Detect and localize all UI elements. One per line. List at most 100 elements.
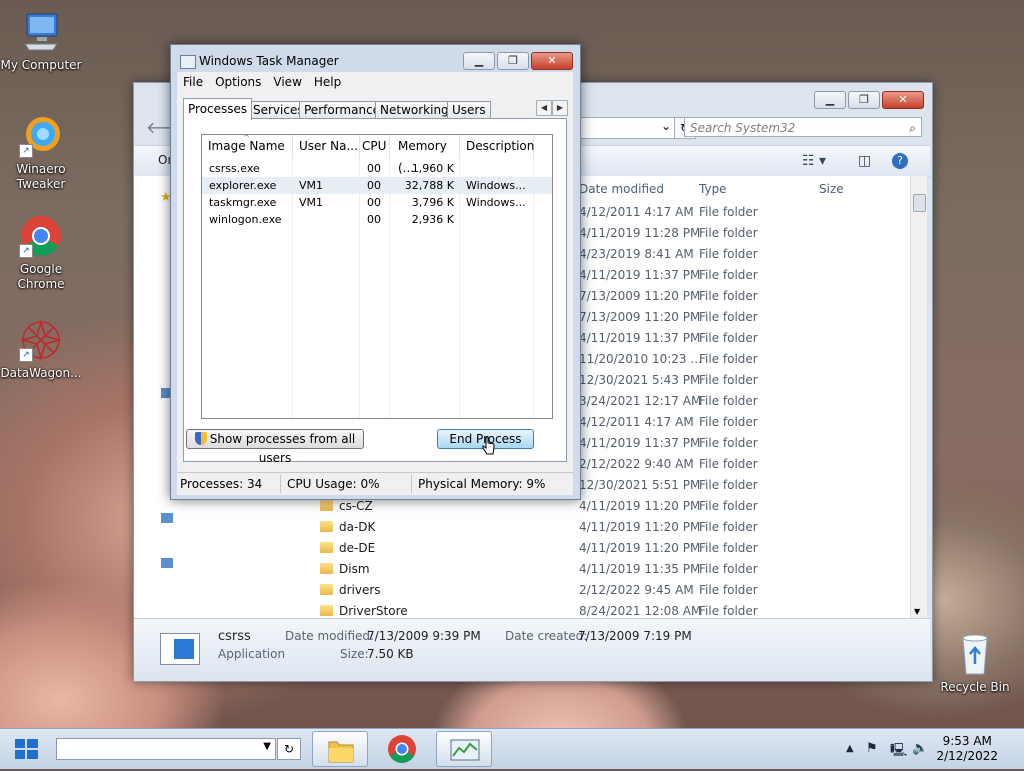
search-input[interactable]: Search System32 ⌕ — [684, 117, 922, 137]
file-type: File folder — [699, 520, 758, 534]
datawagon-icon: ↗ — [19, 318, 63, 362]
scroll-down-arrow-icon[interactable]: ▼ — [914, 607, 920, 616]
process-row[interactable]: winlogon.exe 00 2,936 K — [202, 211, 552, 228]
window-title: Windows Task Manager — [199, 54, 339, 68]
vertical-scrollbar[interactable]: ▼ — [910, 176, 927, 618]
volume-icon[interactable]: 🔈 — [912, 741, 928, 756]
folder-icon — [320, 542, 333, 553]
maximize-button[interactable]: ❐ — [848, 91, 880, 109]
show-hidden-icons-icon[interactable]: ▲ — [846, 743, 854, 754]
sort-arrow-icon: ^ — [243, 134, 250, 142]
desktop-icon-label: Google Chrome — [17, 262, 65, 291]
column-image-name[interactable]: Image Name ^ — [202, 135, 293, 157]
chevron-down-icon[interactable]: ⌄ — [661, 119, 671, 133]
address-bar[interactable]: ⌄ — [574, 117, 676, 139]
desktop-icon-label: DataWagon... — [0, 366, 82, 380]
desktop-icon-chrome[interactable]: ↗ Google Chrome — [0, 214, 82, 292]
close-button[interactable]: ✕ — [882, 91, 924, 109]
process-image: taskmgr.exe — [209, 196, 277, 209]
process-row[interactable]: csrss.exe 00 1,960 K — [202, 160, 552, 177]
windows-logo-icon — [15, 739, 38, 759]
application-icon — [160, 633, 200, 665]
desktop-icon-my-computer[interactable]: My Computer — [0, 10, 82, 73]
nav-network-icon[interactable] — [161, 558, 173, 568]
process-image: explorer.exe — [209, 179, 277, 192]
file-row[interactable]: de-DE 4/11/2019 11:20 PM File folder — [299, 538, 910, 559]
chevron-down-icon[interactable]: ▼ — [263, 741, 271, 752]
taskbar-chrome-button[interactable] — [374, 731, 430, 767]
menu-help[interactable]: Help — [308, 72, 347, 89]
file-type: File folder — [699, 205, 758, 219]
search-icon[interactable]: ⌕ — [909, 118, 916, 138]
preview-pane-icon[interactable]: ◫ — [858, 153, 871, 169]
column-memory[interactable]: Memory (... — [390, 135, 460, 175]
minimize-button[interactable]: ▁ — [814, 91, 846, 109]
taskbar-address-input[interactable]: ▼ — [56, 738, 276, 760]
column-description[interactable]: Description — [460, 135, 534, 157]
process-cpu: 00 — [367, 213, 381, 226]
column-date-modified[interactable]: Date modified — [579, 176, 664, 202]
file-type: File folder — [699, 331, 758, 345]
file-row[interactable]: da-DK 4/11/2019 11:20 PM File folder — [299, 517, 910, 538]
column-type[interactable]: Type — [699, 176, 727, 202]
file-date: 4/11/2019 11:35 PM — [579, 562, 701, 576]
tab-performance[interactable]: Performance — [299, 101, 386, 119]
details-file-name: csrss — [218, 629, 251, 644]
file-type: File folder — [699, 604, 758, 618]
taskbar-refresh-button[interactable]: ↻ — [277, 738, 301, 760]
menu-options[interactable]: Options — [209, 72, 267, 89]
column-size[interactable]: Size — [819, 176, 844, 202]
close-button[interactable]: ✕ — [531, 52, 573, 70]
maximize-button[interactable]: ❐ — [497, 52, 529, 70]
file-type: File folder — [699, 478, 758, 492]
tab-processes[interactable]: Processes — [183, 98, 253, 120]
column-user-name[interactable]: User Na... — [293, 135, 360, 157]
process-memory: 2,936 K — [411, 213, 454, 226]
process-row[interactable]: taskmgr.exe VM1 00 3,796 K Windows... — [202, 194, 552, 211]
process-cpu: 00 — [367, 162, 381, 175]
file-row[interactable]: Dism 4/11/2019 11:35 PM File folder — [299, 559, 910, 580]
desktop-icon-datawagon[interactable]: ↗ DataWagon... — [0, 318, 82, 381]
desktop-icon-recycle-bin[interactable]: Recycle Bin — [934, 632, 1016, 695]
file-date: 4/12/2011 4:17 AM — [579, 415, 694, 429]
file-type: File folder — [699, 499, 758, 513]
folder-icon — [320, 563, 333, 574]
tab-scroll-right-icon[interactable]: ▶ — [552, 100, 568, 116]
process-list[interactable]: Image Name ^ User Na... CPU Memory (... D… — [201, 134, 553, 419]
file-date: 3/24/2021 12:17 AM — [579, 394, 702, 408]
file-date: 12/30/2021 5:51 PM — [579, 478, 701, 492]
start-button[interactable] — [8, 735, 44, 763]
file-date: 4/12/2011 4:17 AM — [579, 205, 694, 219]
scrollbar-thumb[interactable] — [913, 194, 926, 212]
help-icon[interactable]: ? — [892, 153, 908, 169]
network-icon[interactable]: 🖳 — [890, 741, 907, 763]
menu-view[interactable]: View — [267, 72, 307, 89]
details-modified-value: 7/13/2009 9:39 PM — [367, 629, 481, 643]
file-row[interactable]: DriverStore 8/24/2021 12:08 AM File folder — [299, 601, 910, 618]
column-cpu[interactable]: CPU — [360, 135, 390, 157]
tab-networking[interactable]: Networking — [375, 101, 454, 119]
file-type: File folder — [699, 289, 758, 303]
tab-scroll-left-icon[interactable]: ◀ — [536, 100, 552, 116]
nav-computer-icon[interactable] — [161, 513, 173, 523]
process-cpu: 00 — [367, 179, 381, 192]
process-row[interactable]: explorer.exe VM1 00 32,788 K Windows... — [202, 177, 552, 194]
desktop-icon-winaero[interactable]: ↗ Winaero Tweaker — [0, 114, 82, 192]
taskbar-explorer-button[interactable] — [312, 731, 368, 767]
taskbar: ▼ ↻ ▲ ⚑ 🖳 🔈 9:53 AM 2/12/2022 — [0, 728, 1024, 769]
taskbar-task-manager-button[interactable] — [436, 731, 492, 767]
task-manager-window[interactable]: Windows Task Manager ▁ ❐ ✕ File Options Vi… — [170, 44, 581, 500]
menu-file[interactable]: File — [177, 72, 209, 89]
system-clock[interactable]: 9:53 AM 2/12/2022 — [936, 734, 998, 764]
process-user: VM1 — [299, 179, 324, 192]
status-processes: Processes: 34 — [180, 477, 263, 491]
file-row[interactable]: drivers 2/12/2022 9:45 AM File folder — [299, 580, 910, 601]
action-center-flag-icon[interactable]: ⚑ — [866, 741, 878, 756]
minimize-button[interactable]: ▁ — [463, 52, 495, 70]
desktop-icon-label: Recycle Bin — [940, 680, 1010, 694]
tab-users[interactable]: Users — [447, 101, 491, 119]
uac-shield-icon — [194, 432, 207, 445]
show-all-users-button[interactable]: Show processes from all users — [186, 429, 364, 465]
view-options-icon[interactable]: ☷ ▾ — [802, 153, 826, 169]
file-type: File folder — [699, 310, 758, 324]
